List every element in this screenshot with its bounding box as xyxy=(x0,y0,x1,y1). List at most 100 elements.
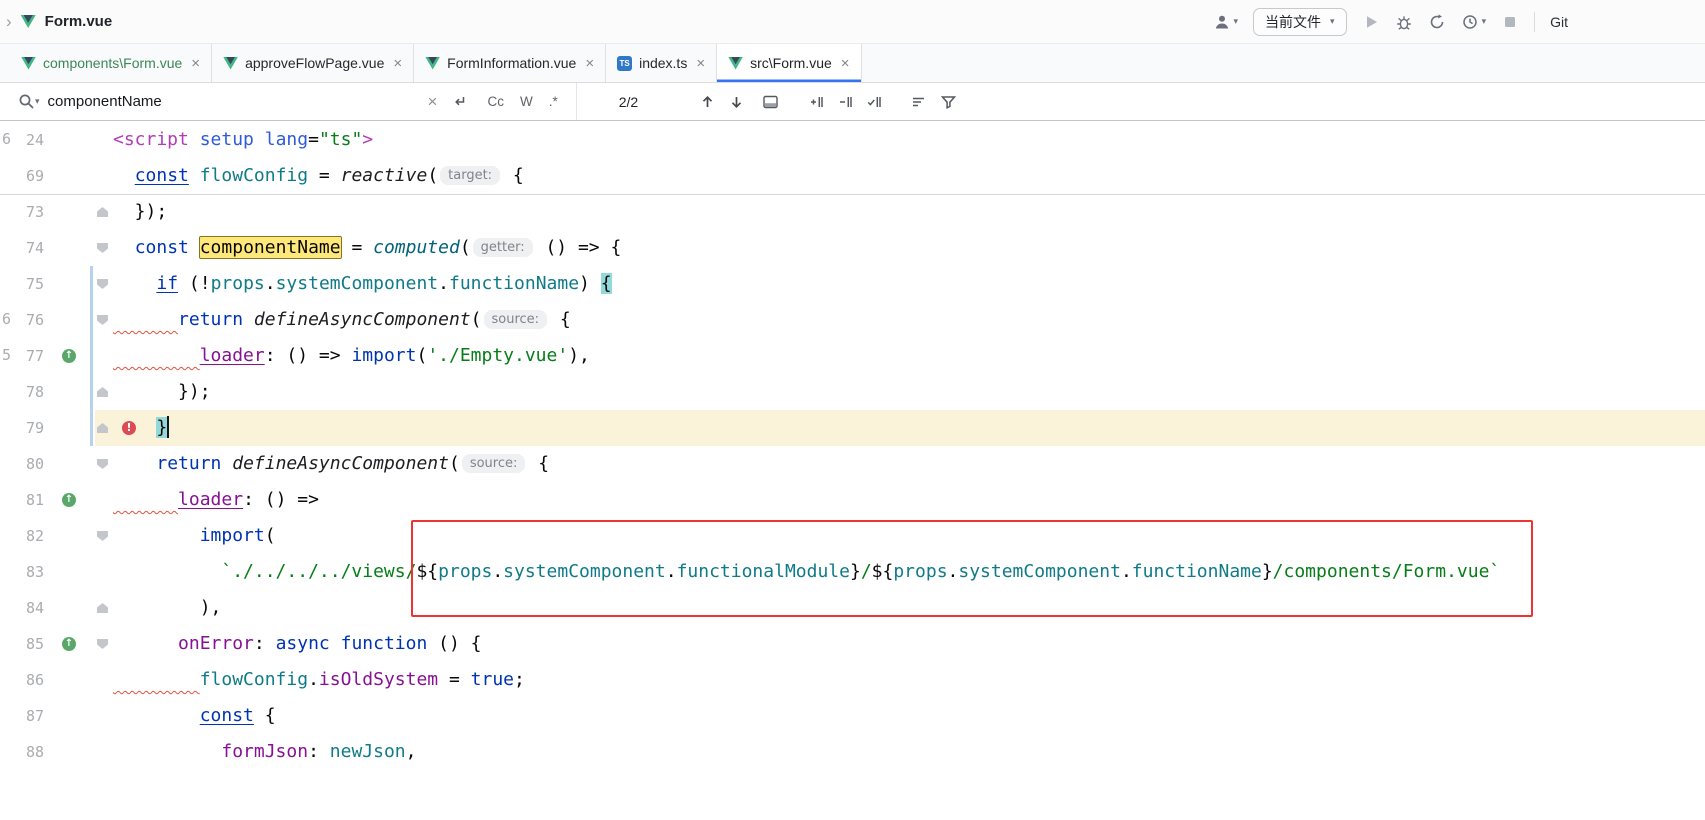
editor-tab-1[interactable]: approveFlowPage.vue× xyxy=(212,44,414,82)
code-line-86[interactable]: 86 flowConfig.isOldSystem = true; xyxy=(0,662,1705,698)
search-input[interactable] xyxy=(48,93,428,110)
code-token: , xyxy=(406,741,417,762)
fold-marker[interactable] xyxy=(97,315,108,325)
code-token: } xyxy=(850,561,861,582)
gutter-green-icon[interactable]: ↑ xyxy=(62,349,76,363)
code-token xyxy=(113,489,178,510)
code-line-80[interactable]: 80 return defineAsyncComponent(source: { xyxy=(0,446,1705,482)
git-widget[interactable]: Git xyxy=(1550,14,1568,30)
close-icon[interactable]: × xyxy=(393,55,402,72)
code-token: = xyxy=(438,669,471,690)
code-line-78[interactable]: 78 }); xyxy=(0,374,1705,410)
fold-marker[interactable] xyxy=(97,387,108,397)
code-line-81[interactable]: 81↑ loader: () => xyxy=(0,482,1705,518)
coverage-button[interactable] xyxy=(1428,13,1446,31)
profiler-button[interactable]: ▾ xyxy=(1461,13,1487,31)
select-all-occurrences-button[interactable] xyxy=(865,94,882,110)
arrow-up-icon xyxy=(700,94,715,110)
fold-marker[interactable] xyxy=(97,207,108,217)
clear-search-icon[interactable]: × xyxy=(428,93,438,110)
code-token: ( xyxy=(460,237,471,258)
code-line-73[interactable]: 73 }); xyxy=(0,194,1705,230)
search-mode-button[interactable]: ▾ xyxy=(18,93,40,110)
code-line-83[interactable]: 83 `./../../../views/${props.systemCompo… xyxy=(0,554,1705,590)
fold-marker[interactable] xyxy=(97,279,108,289)
code-line-75[interactable]: 75 if (!props.systemComponent.functionNa… xyxy=(0,266,1705,302)
editor-tab-3[interactable]: TSindex.ts× xyxy=(606,44,717,82)
editor-tab-0[interactable]: components\Form.vue× xyxy=(10,44,212,82)
code-line-88[interactable]: 88 formJson: newJson, xyxy=(0,734,1705,770)
code-token: { xyxy=(549,309,571,330)
code-token: defineAsyncComponent xyxy=(254,309,471,330)
code-line-74[interactable]: 74 const componentName = computed(getter… xyxy=(0,230,1705,266)
debug-button[interactable] xyxy=(1395,13,1413,31)
stop-button[interactable] xyxy=(1501,13,1519,31)
code-token xyxy=(113,633,178,654)
code-token: = xyxy=(341,237,374,258)
vcs-change-marker xyxy=(90,374,93,410)
left-edge-fragment: 6 xyxy=(2,130,11,148)
code-line-79[interactable]: 79! } xyxy=(0,410,1705,446)
code-text: const flowConfig = reactive(target: { xyxy=(113,158,524,194)
run-button[interactable] xyxy=(1362,13,1380,31)
play-icon xyxy=(1362,13,1380,31)
view-options-button[interactable] xyxy=(910,94,926,110)
user-button[interactable]: ▾ xyxy=(1213,13,1239,31)
fold-marker[interactable] xyxy=(97,459,108,469)
close-icon[interactable]: × xyxy=(696,55,705,72)
code-line-69[interactable]: 69 const flowConfig = reactive(target: { xyxy=(0,158,1705,194)
code-token: ${ xyxy=(416,561,438,582)
code-token: ), xyxy=(113,597,221,618)
editor-tab-4[interactable]: src\Form.vue× xyxy=(717,44,861,82)
line-number: 83 xyxy=(0,554,44,590)
insert-newline-button[interactable] xyxy=(451,94,467,110)
code-token: } xyxy=(1262,561,1273,582)
whole-words-toggle[interactable]: W xyxy=(520,94,533,109)
fold-marker[interactable] xyxy=(97,531,108,541)
gutter-green-icon[interactable]: ↑ xyxy=(62,637,76,651)
gutter-green-icon[interactable]: ↑ xyxy=(62,493,76,507)
code-text: ), xyxy=(113,590,221,626)
editor-tab-2[interactable]: FormInformation.vue × xyxy=(414,44,606,82)
code-token: defineAsyncComponent xyxy=(232,453,449,474)
fold-marker[interactable] xyxy=(97,603,108,613)
code-line-82[interactable]: 82 import( xyxy=(0,518,1705,554)
exclude-occurrence-button[interactable] xyxy=(836,94,853,110)
code-text: }); xyxy=(113,374,211,410)
code-editor[interactable]: 24<script setup lang="ts">69 const flowC… xyxy=(0,121,1705,820)
fold-marker[interactable] xyxy=(97,639,108,649)
open-results-button[interactable] xyxy=(762,94,779,110)
fold-marker[interactable] xyxy=(97,243,108,253)
code-line-87[interactable]: 87 const { xyxy=(0,698,1705,734)
close-icon[interactable]: × xyxy=(585,55,594,72)
code-token: { xyxy=(254,705,276,726)
filter-button[interactable] xyxy=(940,94,957,110)
close-icon[interactable]: × xyxy=(191,55,200,72)
regex-toggle[interactable]: .* xyxy=(549,94,558,109)
add-occurrence-button[interactable] xyxy=(807,94,824,110)
tab-label: FormInformation.vue xyxy=(447,55,576,71)
next-match-button[interactable] xyxy=(729,94,744,110)
previous-match-button[interactable] xyxy=(700,94,715,110)
chevron-down-icon: ▾ xyxy=(35,96,40,107)
code-token: flowConfig xyxy=(200,165,308,186)
find-bar: ▾ × Cc W .* 2/2 xyxy=(0,83,1705,121)
code-token: () { xyxy=(427,633,481,654)
code-token: lang xyxy=(265,129,308,150)
close-icon[interactable]: × xyxy=(841,55,850,72)
run-configuration-select[interactable]: 当前文件 ▾ xyxy=(1253,8,1347,36)
code-token: () => { xyxy=(535,237,622,258)
code-line-84[interactable]: 84 ), xyxy=(0,590,1705,626)
search-icon xyxy=(18,93,35,110)
match-case-toggle[interactable]: Cc xyxy=(487,94,504,109)
code-line-24[interactable]: 24<script setup lang="ts"> xyxy=(0,122,1705,158)
text-cursor xyxy=(167,416,169,438)
code-token: onError xyxy=(178,633,254,654)
fold-marker[interactable] xyxy=(97,423,108,433)
nav-chevron-icon[interactable]: › xyxy=(6,13,12,30)
vue-file-icon xyxy=(223,57,238,70)
code-line-85[interactable]: 85↑ onError: async function () { xyxy=(0,626,1705,662)
code-line-77[interactable]: 77↑ loader: () => import('./Empty.vue'), xyxy=(0,338,1705,374)
code-line-76[interactable]: 76 return defineAsyncComponent(source: { xyxy=(0,302,1705,338)
code-token: ${ xyxy=(872,561,894,582)
